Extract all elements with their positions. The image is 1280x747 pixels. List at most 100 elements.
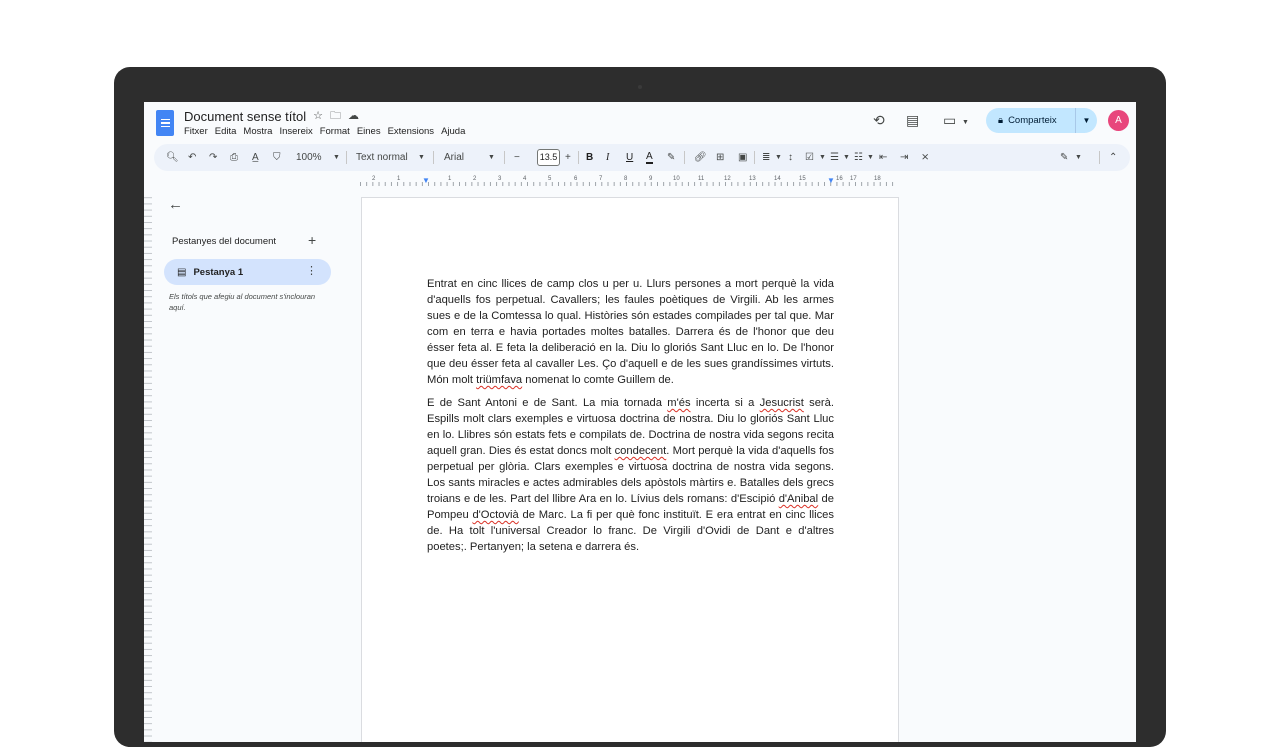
- menu-view[interactable]: Mostra: [243, 125, 272, 139]
- menu-help[interactable]: Ajuda: [441, 125, 465, 139]
- decrease-font-size-icon[interactable]: −: [514, 149, 520, 166]
- ruler-number: 15: [799, 176, 806, 182]
- add-tab-plus-icon[interactable]: +: [308, 232, 316, 248]
- ruler-number: 6: [574, 176, 578, 182]
- cloud-status-icon[interactable]: ☁: [348, 108, 359, 124]
- font-size-input[interactable]: 13.5: [537, 149, 560, 166]
- meet-icon[interactable]: ▭: [943, 112, 956, 128]
- numbered-list-icon[interactable]: ☷: [854, 149, 863, 166]
- document-body[interactable]: Entrat en cinc llices de camp clos u per…: [427, 276, 834, 562]
- editing-mode-icon[interactable]: ✎: [1060, 149, 1068, 166]
- share-button-group: 🔒︎ Comparteix ▼: [986, 108, 1097, 133]
- vertical-ruler[interactable]: [144, 192, 152, 742]
- tabs-heading: Pestanyes del document: [172, 236, 277, 247]
- menu-file[interactable]: Fitxer: [184, 125, 208, 139]
- version-history-icon[interactable]: ⟲: [873, 112, 885, 128]
- hide-menus-chevron-up-icon[interactable]: ⌃: [1109, 149, 1117, 166]
- misspelled-word[interactable]: m'és: [667, 397, 690, 409]
- share-button[interactable]: 🔒︎ Comparteix: [986, 108, 1076, 133]
- misspelled-word[interactable]: d'Anibal: [779, 493, 818, 505]
- print-icon[interactable]: ⎙: [230, 149, 238, 166]
- menu-insert[interactable]: Insereix: [279, 125, 312, 139]
- increase-font-size-icon[interactable]: +: [565, 149, 571, 166]
- bulleted-list-chevron-down-icon[interactable]: ▼: [843, 149, 850, 166]
- underline-button[interactable]: U: [626, 149, 633, 166]
- bulleted-list-icon[interactable]: ☰: [830, 149, 839, 166]
- tab-options-kebab-icon[interactable]: ⋮: [306, 264, 317, 277]
- bold-button[interactable]: B: [586, 149, 593, 166]
- horizontal-ruler[interactable]: 2 1 ▼ 1 2 3 4 5 6 7 8 9 10 11 12 13 14 1…: [360, 176, 898, 188]
- sidebar-tab-1[interactable]: ▤ Pestanya 1 ⋮: [164, 259, 331, 285]
- checklist-icon[interactable]: ☑: [805, 149, 814, 166]
- document-title[interactable]: Document sense títol: [184, 109, 306, 124]
- style-chevron-down-icon[interactable]: ▼: [418, 149, 425, 166]
- align-chevron-down-icon[interactable]: ▼: [775, 149, 782, 166]
- ruler-number: 3: [498, 176, 502, 182]
- toolbar-divider: [1099, 151, 1100, 164]
- comments-icon[interactable]: ▤: [906, 112, 919, 128]
- numbered-list-chevron-down-icon[interactable]: ▼: [867, 149, 874, 166]
- misspelled-word[interactable]: triümfava: [476, 374, 522, 386]
- text-color-button[interactable]: A: [646, 149, 653, 164]
- webcam: [638, 85, 642, 89]
- tab-label: Pestanya 1: [193, 266, 244, 278]
- ruler-number: 4: [523, 176, 527, 182]
- star-icon[interactable]: ☆: [313, 108, 323, 124]
- clear-formatting-icon[interactable]: ⨯: [921, 149, 929, 166]
- ruler-number: 11: [698, 176, 705, 182]
- misspelled-word[interactable]: d'Octovià: [472, 509, 518, 521]
- ruler-number: 1: [448, 176, 452, 182]
- share-chevron-down-icon[interactable]: ▼: [1076, 116, 1097, 125]
- ruler-number: 2: [372, 176, 376, 182]
- add-comment-icon[interactable]: ⊞: [716, 149, 724, 166]
- checklist-chevron-down-icon[interactable]: ▼: [819, 149, 826, 166]
- menu-extensions[interactable]: Extensions: [388, 125, 434, 139]
- toolbar-divider: [754, 151, 755, 164]
- insert-link-icon[interactable]: 🔗︎: [694, 149, 707, 166]
- font-select[interactable]: Arial: [444, 149, 464, 166]
- paragraph-style-select[interactable]: Text normal: [356, 149, 408, 166]
- spellcheck-icon[interactable]: A̲: [252, 149, 259, 166]
- zoom-select[interactable]: 100%: [296, 149, 322, 166]
- left-indent-marker-icon[interactable]: ▼: [422, 177, 430, 185]
- misspelled-word[interactable]: Jesucrist: [760, 397, 804, 409]
- misspelled-word[interactable]: condecent: [615, 445, 667, 457]
- font-chevron-down-icon[interactable]: ▼: [488, 149, 495, 166]
- ruler-number: 14: [774, 176, 781, 182]
- menu-format[interactable]: Format: [320, 125, 350, 139]
- decrease-indent-icon[interactable]: ⇤: [879, 149, 887, 166]
- redo-icon[interactable]: ↷: [209, 149, 217, 166]
- ruler-number: 10: [673, 176, 680, 182]
- zoom-chevron-down-icon[interactable]: ▼: [333, 149, 340, 166]
- insert-image-icon[interactable]: ▣: [738, 149, 747, 166]
- menu-edit[interactable]: Edita: [215, 125, 237, 139]
- ruler-number: 18: [874, 176, 881, 182]
- paint-format-icon[interactable]: ⛉: [273, 149, 281, 166]
- title-row: Document sense títol ☆ 🗀 ☁: [184, 108, 359, 124]
- toolbar-divider: [433, 151, 434, 164]
- line-spacing-icon[interactable]: ↕: [788, 149, 793, 166]
- editing-mode-chevron-down-icon[interactable]: ▼: [1075, 149, 1082, 166]
- highlight-pen-icon[interactable]: ✎: [667, 149, 675, 166]
- meet-chevron-down-icon[interactable]: ▼: [962, 115, 969, 131]
- close-outline-arrow-left-icon[interactable]: ←: [168, 196, 183, 213]
- document-tab-icon: ▤: [177, 266, 187, 278]
- right-indent-marker-icon[interactable]: ▼: [827, 177, 835, 185]
- move-folder-icon[interactable]: 🗀: [330, 108, 341, 124]
- docs-window: Document sense títol ☆ 🗀 ☁ Fitxer Edita …: [144, 102, 1136, 742]
- menu-tools[interactable]: Eines: [357, 125, 381, 139]
- align-icon[interactable]: ≣: [762, 149, 770, 166]
- ruler-number: 7: [599, 176, 603, 182]
- search-menus-icon[interactable]: 🔍︎: [166, 149, 179, 166]
- avatar[interactable]: A: [1108, 110, 1129, 131]
- ruler-number: 5: [548, 176, 552, 182]
- paragraph-1: Entrat en cinc llices de camp clos u per…: [427, 278, 834, 386]
- docs-logo-icon[interactable]: [156, 110, 174, 136]
- undo-icon[interactable]: ↶: [188, 149, 196, 166]
- toolbar-divider: [504, 151, 505, 164]
- document-page[interactable]: Entrat en cinc llices de camp clos u per…: [361, 197, 899, 742]
- share-label: Comparteix: [1008, 115, 1057, 126]
- italic-button[interactable]: I: [606, 149, 609, 166]
- ruler-number: 12: [724, 176, 731, 182]
- increase-indent-icon[interactable]: ⇥: [900, 149, 908, 166]
